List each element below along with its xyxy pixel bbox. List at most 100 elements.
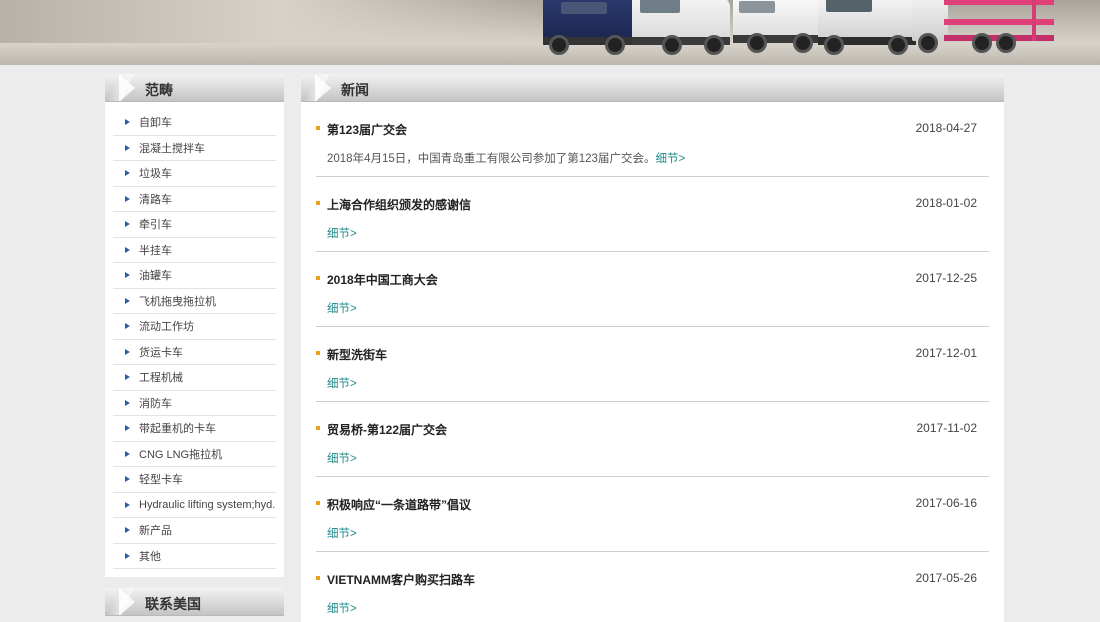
category-item-label: 工程机械 <box>139 372 183 385</box>
truck-image-white-1 <box>632 0 732 57</box>
bullet-arrow-icon <box>125 425 130 432</box>
news-date: 2017-12-25 <box>915 271 977 285</box>
bullet-arrow-icon <box>125 272 130 279</box>
bullet-arrow-icon <box>125 450 130 457</box>
category-item[interactable]: 飞机拖曳拖拉机 <box>113 289 276 314</box>
news-title-link[interactable]: 贸易桥-第122届广交会 <box>327 421 447 438</box>
contact-panel: 联系美国 <box>105 588 284 616</box>
category-item[interactable]: 垃圾车 <box>113 161 276 187</box>
category-list: 自卸车 混凝土搅拌车 垃圾车清路车牵引车半挂车油罐车飞机拖曳拖拉机 流动工作坊货运卡车… <box>105 102 284 577</box>
category-item-label: 清路车 <box>139 193 172 206</box>
contact-panel-header: 联系美国 <box>105 588 284 616</box>
truck-image-blue <box>543 0 635 57</box>
news-details-link[interactable]: 细节> <box>327 453 357 465</box>
news-summary: 细节> <box>327 225 357 241</box>
contact-panel-title: 联系美国 <box>145 596 201 612</box>
bullet-arrow-icon <box>125 323 130 330</box>
news-title-link[interactable]: 新型洗街车 <box>327 346 387 363</box>
news-summary: 细节> <box>327 300 357 316</box>
category-item[interactable]: 清路车 <box>113 187 276 212</box>
bullet-arrow-icon <box>125 552 130 559</box>
bullet-arrow-icon <box>125 246 130 253</box>
category-item-label: 消防车 <box>139 397 172 410</box>
news-date: 2017-06-16 <box>915 496 977 510</box>
news-details-link[interactable]: 细节> <box>327 228 357 240</box>
news-bullet-icon <box>316 501 320 505</box>
category-item[interactable]: 混凝土搅拌车 <box>113 136 276 161</box>
news-details-link[interactable]: 细节> <box>327 378 357 390</box>
category-item-label: 带起重机的卡车 <box>139 423 216 436</box>
news-title-link[interactable]: 积极响应“一条道路带”倡议 <box>327 496 471 513</box>
news-details-link[interactable]: 细节> <box>655 153 685 165</box>
news-bullet-icon <box>316 351 320 355</box>
category-item-label: 新产品 <box>139 525 172 538</box>
bullet-arrow-icon <box>125 297 130 304</box>
news-date: 2018-01-02 <box>915 196 977 210</box>
bullet-arrow-icon <box>125 348 130 355</box>
news-summary: 2018年4月15日，中国青岛重工有限公司参加了第123届广交会。细节> <box>327 150 685 166</box>
news-list: 第123届广交会 2018-04-27 2018年4月15日，中国青岛重工有限公司参… <box>301 102 1004 622</box>
news-bullet-icon <box>316 276 320 280</box>
bullet-arrow-icon <box>125 501 130 508</box>
category-item[interactable]: Hydraulic lifting system;hyd... <box>113 493 276 518</box>
category-item[interactable]: 工程机械 <box>113 365 276 391</box>
news-bullet-icon <box>316 426 320 430</box>
category-item-label: 半挂车 <box>139 244 172 257</box>
news-summary: 细节> <box>327 375 357 391</box>
category-item[interactable]: 半挂车 <box>113 238 276 263</box>
news-item: 上海合作组织颁发的感谢信 2018-01-02 细节> <box>316 177 989 252</box>
category-item-label: 牵引车 <box>139 219 172 232</box>
category-item-label: 流动工作坊 <box>139 321 194 334</box>
category-item-label: 飞机拖曳拖拉机 <box>139 295 216 308</box>
category-item[interactable]: 牵引车 <box>113 212 276 238</box>
news-bullet-icon <box>316 576 320 580</box>
news-item: 新型洗街车 2017-12-01 细节> <box>316 327 989 402</box>
news-summary: 细节> <box>327 525 357 541</box>
category-item-label: 货运卡车 <box>139 346 183 359</box>
truck-image-white-3 <box>818 0 918 57</box>
category-item[interactable]: 自卸车 <box>113 110 276 136</box>
header-arrow-icon <box>315 74 331 101</box>
news-summary-text: 2018年4月15日，中国青岛重工有限公司参加了第123届广交会。 <box>327 153 656 165</box>
news-title-link[interactable]: 2018年中国工商大会 <box>327 271 438 288</box>
bullet-arrow-icon <box>125 476 130 483</box>
category-item[interactable]: 轻型卡车 <box>113 467 276 493</box>
category-item[interactable]: 新产品 <box>113 518 276 544</box>
category-item[interactable]: 油罐车 <box>113 263 276 289</box>
bullet-arrow-icon <box>125 144 130 151</box>
news-item: VIETNAMM客户购买扫路车 2017-05-26 细节> <box>316 552 989 622</box>
category-item[interactable]: CNG LNG拖拉机 <box>113 442 276 467</box>
category-item-label: 轻型卡车 <box>139 474 183 487</box>
news-title-link[interactable]: 第123届广交会 <box>327 121 407 138</box>
bullet-arrow-icon <box>125 119 130 126</box>
category-item[interactable]: 带起重机的卡车 <box>113 416 276 442</box>
bullet-arrow-icon <box>125 195 130 202</box>
category-item[interactable]: 流动工作坊 <box>113 314 276 340</box>
news-item: 第123届广交会 2018-04-27 2018年4月15日，中国青岛重工有限公司参… <box>316 102 989 177</box>
category-item-label: Hydraulic lifting system;hyd... <box>139 498 276 511</box>
news-summary: 细节> <box>327 450 357 466</box>
bullet-arrow-icon <box>125 170 130 177</box>
header-banner <box>0 0 1100 65</box>
news-details-link[interactable]: 细节> <box>327 603 357 615</box>
news-date: 2017-12-01 <box>915 346 977 360</box>
bullet-arrow-icon <box>125 221 130 228</box>
category-item[interactable]: 消防车 <box>113 391 276 416</box>
news-details-link[interactable]: 细节> <box>327 303 357 315</box>
news-item: 积极响应“一条道路带”倡议 2017-06-16 细节> <box>316 477 989 552</box>
news-title-link[interactable]: 上海合作组织颁发的感谢信 <box>327 196 471 213</box>
news-bullet-icon <box>316 201 320 205</box>
category-sidebar: 范畴 自卸车 混凝土搅拌车 垃圾车 清路车 牵引车 半挂车 油罐车 飞机拖曳拖拉机 流动工作坊货… <box>105 74 284 577</box>
category-item[interactable]: 其他 <box>113 544 276 569</box>
news-title-link[interactable]: VIETNAMM客户购买扫路车 <box>327 571 475 588</box>
news-item: 2018年中国工商大会 2017-12-25 细节> <box>316 252 989 327</box>
header-arrow-icon <box>119 588 135 615</box>
news-summary: 细节> <box>327 600 357 616</box>
news-date: 2017-05-26 <box>915 571 977 585</box>
category-item-label: CNG LNG拖拉机 <box>139 448 223 461</box>
truck-image-white-2 <box>733 0 823 57</box>
category-item[interactable]: 货运卡车 <box>113 340 276 365</box>
news-panel-title: 新闻 <box>341 82 369 98</box>
news-details-link[interactable]: 细节> <box>327 528 357 540</box>
news-panel: 新闻 第123届广交会 2018-04-27 2018年4月15日，中国青岛重工有限… <box>301 74 1004 622</box>
